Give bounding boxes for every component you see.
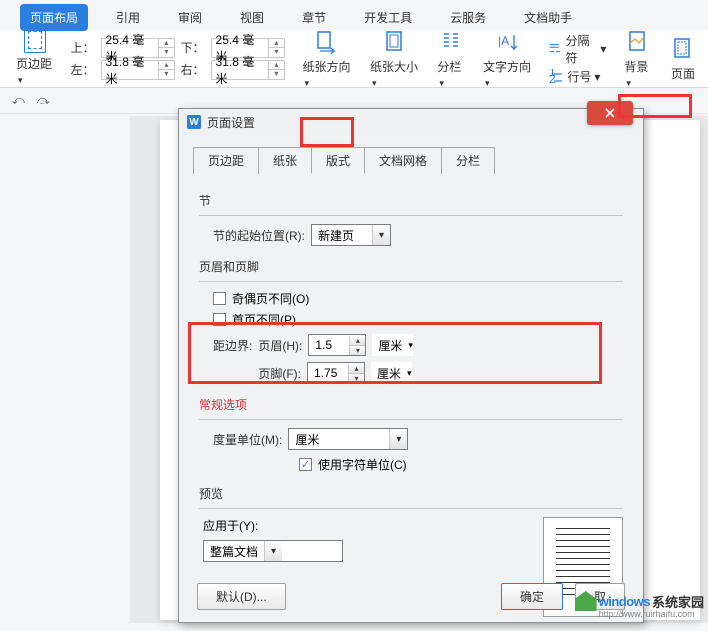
- orientation-dropdown[interactable]: 纸张方向▾: [303, 29, 352, 89]
- tab-review[interactable]: 审阅: [168, 4, 212, 31]
- ribbon-tabs: 页面布局 引用 审阅 视图 章节 开发工具 云服务 文档助手: [0, 0, 708, 30]
- odd-even-checkbox-row[interactable]: 奇偶页不同(O): [213, 290, 623, 307]
- tab-references[interactable]: 引用: [106, 4, 150, 31]
- watermark-url: http://www.ruirhaifu.com: [599, 609, 695, 619]
- default-button[interactable]: 默认(D)...: [197, 583, 286, 610]
- section-group-label: 节: [199, 192, 623, 209]
- page-border-icon: [670, 36, 696, 62]
- tab-paper[interactable]: 纸张: [258, 147, 312, 174]
- tab-margins[interactable]: 页边距: [193, 147, 259, 174]
- char-unit-checkbox[interactable]: ✓: [299, 458, 312, 471]
- footer-distance-input[interactable]: 1.75▴▾: [307, 362, 365, 384]
- footer-distance-row: 距边界: 页脚(F): 1.75▴▾ 厘米▾: [213, 362, 623, 384]
- close-button[interactable]: [587, 101, 633, 125]
- header-footer-group-label: 页眉和页脚: [199, 258, 623, 275]
- quick-redo[interactable]: ⤼: [37, 93, 50, 108]
- header-unit-select[interactable]: 厘米▾: [372, 334, 413, 356]
- odd-even-label: 奇偶页不同(O): [232, 290, 309, 307]
- paper-size-dropdown[interactable]: 纸张大小▾: [370, 29, 419, 89]
- tab-cloud[interactable]: 云服务: [440, 4, 496, 31]
- tab-layout[interactable]: 版式: [311, 147, 365, 174]
- tab-sections[interactable]: 章节: [292, 4, 336, 31]
- tab-view[interactable]: 视图: [230, 4, 274, 31]
- dialog-titlebar: W 页面设置: [179, 109, 643, 135]
- char-unit-label: 使用字符单位(C): [318, 456, 407, 473]
- header-label: 页眉(H):: [258, 337, 302, 354]
- svg-text:|A: |A: [498, 34, 509, 48]
- text-direction-dropdown[interactable]: |A 文字方向▾: [483, 29, 532, 89]
- background-dropdown[interactable]: 背景▾: [624, 29, 652, 89]
- ribbon-small-group: 分隔符▾ 12行号▾: [548, 32, 606, 85]
- house-icon: [575, 591, 597, 611]
- ribbon-content: 页边距▾ 上： 25.4 毫米▴▾ 下： 25.4 毫米▴▾ 左： 31.8 毫…: [0, 30, 708, 88]
- section-start-select[interactable]: 新建页▾: [311, 224, 391, 246]
- first-page-label: 首页不同(P): [232, 311, 296, 328]
- first-page-checkbox[interactable]: [213, 313, 226, 326]
- margins-dropdown[interactable]: 页边距▾: [12, 23, 59, 94]
- tab-dev-tools[interactable]: 开发工具: [354, 4, 422, 31]
- margin-right-input[interactable]: 31.8 毫米▴▾: [211, 60, 285, 80]
- header-distance-row: 距边界: 页眉(H): 1.5▴▾ 厘米▾: [213, 334, 623, 356]
- page-border-button[interactable]: 页面: [670, 36, 696, 82]
- section-start-row: 节的起始位置(R): 新建页▾: [213, 224, 623, 246]
- header-distance-input[interactable]: 1.5▴▾: [308, 334, 366, 356]
- first-page-checkbox-row[interactable]: 首页不同(P): [213, 311, 623, 328]
- text-direction-icon: |A: [495, 29, 521, 55]
- apply-to-select[interactable]: 整篇文档▾: [203, 540, 343, 562]
- line-numbers-dropdown[interactable]: 12行号▾: [548, 68, 606, 85]
- columns-dropdown[interactable]: 分栏▾: [437, 29, 465, 89]
- margin-top-label: 上：: [71, 39, 95, 56]
- ok-button[interactable]: 确定: [501, 583, 563, 610]
- watermark-brand2: 系统家园: [652, 592, 704, 611]
- columns-icon: [438, 29, 464, 55]
- breaks-icon: [548, 41, 562, 57]
- margin-left-label: 左：: [71, 61, 95, 78]
- dialog-body: 节 节的起始位置(R): 新建页▾ 页眉和页脚 奇偶页不同(O) 首页不同(P)…: [179, 174, 643, 631]
- general-group-label: 常规选项: [199, 396, 623, 413]
- odd-even-checkbox[interactable]: [213, 292, 226, 305]
- watermark: windows 系统家园 http://www.ruirhaifu.com: [575, 591, 704, 611]
- dialog-tabs: 页边距 纸张 版式 文档网格 分栏: [179, 135, 643, 174]
- paper-size-icon: [382, 29, 408, 55]
- tab-columns[interactable]: 分栏: [441, 147, 495, 174]
- tab-doc-helper[interactable]: 文档助手: [514, 4, 582, 31]
- watermark-brand1: windows: [599, 594, 650, 609]
- breaks-dropdown[interactable]: 分隔符▾: [548, 32, 606, 66]
- from-edge-label: 距边界:: [213, 337, 252, 354]
- footer-unit-select[interactable]: 厘米▾: [371, 362, 412, 384]
- line-number-icon: 12: [548, 69, 564, 85]
- margin-left-input[interactable]: 31.8 毫米▴▾: [101, 60, 175, 80]
- measure-unit-label: 度量单位(M):: [213, 431, 282, 448]
- margin-right-label: 右：: [181, 61, 205, 78]
- page-setup-dialog: W 页面设置 页边距 纸张 版式 文档网格 分栏 节 节的起始位置(R): 新建…: [178, 108, 644, 623]
- margins-icon: [24, 27, 46, 53]
- background-icon: [625, 29, 651, 55]
- measure-unit-select[interactable]: 厘米▾: [288, 428, 408, 450]
- tab-doc-grid[interactable]: 文档网格: [364, 147, 442, 174]
- margins-label: 页边距▾: [16, 55, 55, 90]
- char-unit-checkbox-row[interactable]: ✓ 使用字符单位(C): [299, 456, 623, 473]
- measure-unit-row: 度量单位(M): 厘米▾: [213, 428, 623, 450]
- preview-group-label: 预览: [199, 485, 623, 502]
- dialog-button-row: 默认(D)... 确定 取: [197, 583, 625, 610]
- margin-bottom-label: 下：: [181, 39, 205, 56]
- section-start-label: 节的起始位置(R):: [213, 227, 305, 244]
- quick-undo[interactable]: ⤺: [12, 93, 25, 108]
- footer-label: 页脚(F):: [258, 365, 301, 382]
- app-icon: W: [187, 115, 201, 129]
- margin-values-grid: 上： 25.4 毫米▴▾ 下： 25.4 毫米▴▾ 左： 31.8 毫米▴▾ 右…: [71, 38, 285, 80]
- orientation-icon: [314, 29, 340, 55]
- close-icon: [602, 107, 618, 119]
- dialog-title: 页面设置: [207, 114, 255, 131]
- apply-to-label: 应用于(Y):: [203, 517, 523, 534]
